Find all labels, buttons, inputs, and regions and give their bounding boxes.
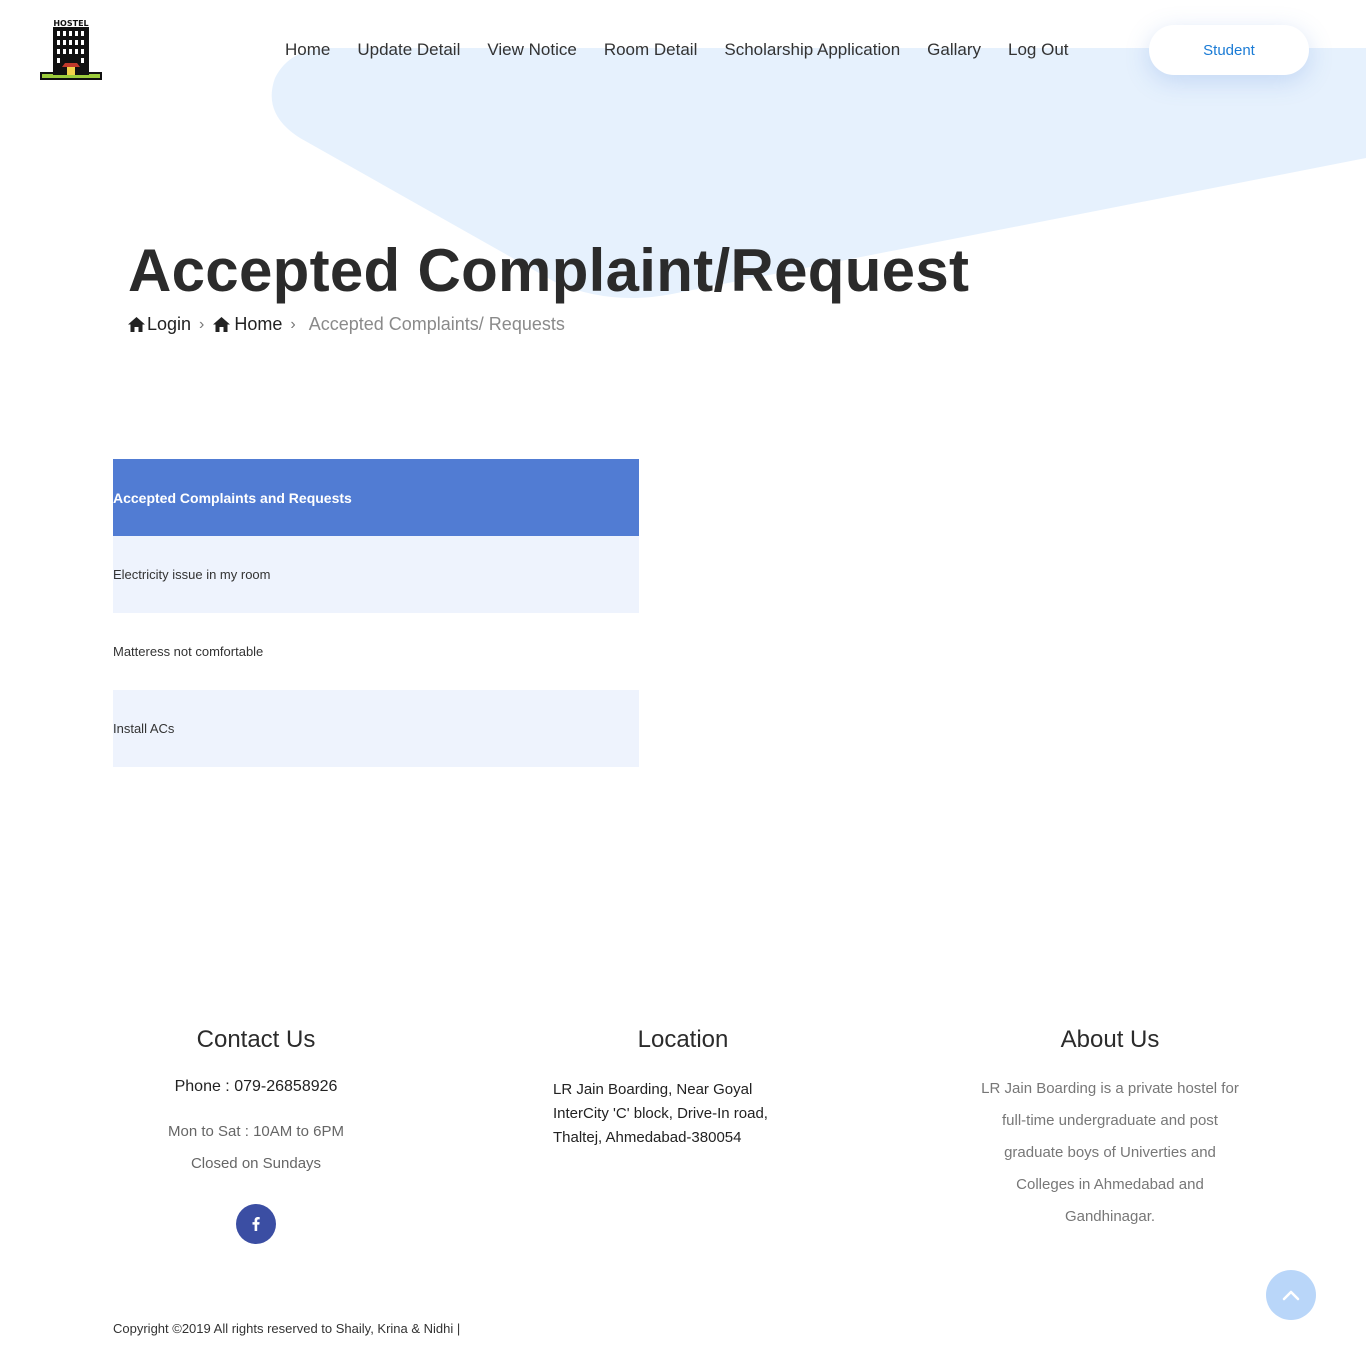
nav-log-out[interactable]: Log Out: [1008, 38, 1069, 62]
breadcrumb-current: Accepted Complaints/ Requests: [308, 314, 565, 334]
table-row: Electricity issue in my room: [113, 536, 639, 613]
hostel-building-icon: HOSTEL: [40, 19, 102, 80]
main-nav: Home Update Detail View Notice Room Deta…: [285, 38, 1096, 62]
table-row: Matteress not comfortable: [113, 644, 264, 659]
nav-view-notice[interactable]: View Notice: [487, 38, 576, 62]
scroll-top-button[interactable]: [1266, 1270, 1316, 1320]
facebook-icon: [252, 1217, 260, 1231]
home-icon: [128, 317, 145, 332]
facebook-button[interactable]: [236, 1204, 276, 1244]
chevron-right-icon: ›: [290, 315, 296, 333]
contact-hours: Mon to Sat : 10AM to 6PM: [168, 1123, 344, 1140]
nav-home[interactable]: Home: [285, 38, 330, 62]
student-button[interactable]: Student: [1149, 25, 1309, 75]
breadcrumb-login-label: Login: [147, 314, 192, 334]
location-line-3: Thaltej, Ahmedabad-380054: [553, 1129, 742, 1146]
breadcrumb-login[interactable]: Login: [128, 314, 191, 335]
table-row: Install ACs: [113, 690, 639, 767]
chevron-right-icon: ›: [199, 315, 205, 333]
contact-title: Contact Us: [196, 1026, 316, 1053]
nav-gallary[interactable]: Gallary: [927, 38, 981, 62]
nav-scholarship-application[interactable]: Scholarship Application: [724, 38, 900, 62]
location-title: Location: [637, 1026, 729, 1053]
location-line-2: InterCity 'C' block, Drive-In road,: [553, 1105, 768, 1122]
copyright: Copyright ©2019 All rights reserved to S…: [113, 1321, 461, 1336]
nav-room-detail[interactable]: Room Detail: [604, 38, 698, 62]
logo-text: HOSTEL: [53, 19, 88, 28]
breadcrumb-home[interactable]: Home: [213, 314, 282, 335]
footer-contact: Contact Us Phone : 079-26858926 Mon to S…: [126, 1026, 386, 1244]
contact-phone: Phone : 079-26858926: [174, 1078, 338, 1095]
contact-closed: Closed on Sundays: [190, 1155, 322, 1172]
accepted-complaints-table: Accepted Complaints and Requests Electri…: [113, 459, 639, 767]
breadcrumb-home-label: Home: [234, 314, 283, 334]
breadcrumb: Login › Home › Accepted Complaints/ Requ…: [128, 314, 565, 335]
nav-update-detail[interactable]: Update Detail: [357, 38, 460, 62]
hostel-logo[interactable]: HOSTEL: [40, 18, 102, 82]
footer-about: About Us LR Jain Boarding is a private h…: [980, 1026, 1240, 1233]
footer-location: Location LR Jain Boarding, Near Goyal In…: [553, 1026, 813, 1150]
page-title: Accepted Complaint/Request: [128, 237, 970, 304]
location-line-1: LR Jain Boarding, Near Goyal: [553, 1081, 753, 1098]
about-title: About Us: [1060, 1026, 1160, 1053]
table-header: Accepted Complaints and Requests: [113, 459, 639, 536]
about-text: LR Jain Boarding is a private hostel for…: [981, 1080, 1239, 1225]
chevron-up-icon: [1282, 1290, 1300, 1301]
home-icon: [213, 317, 231, 332]
